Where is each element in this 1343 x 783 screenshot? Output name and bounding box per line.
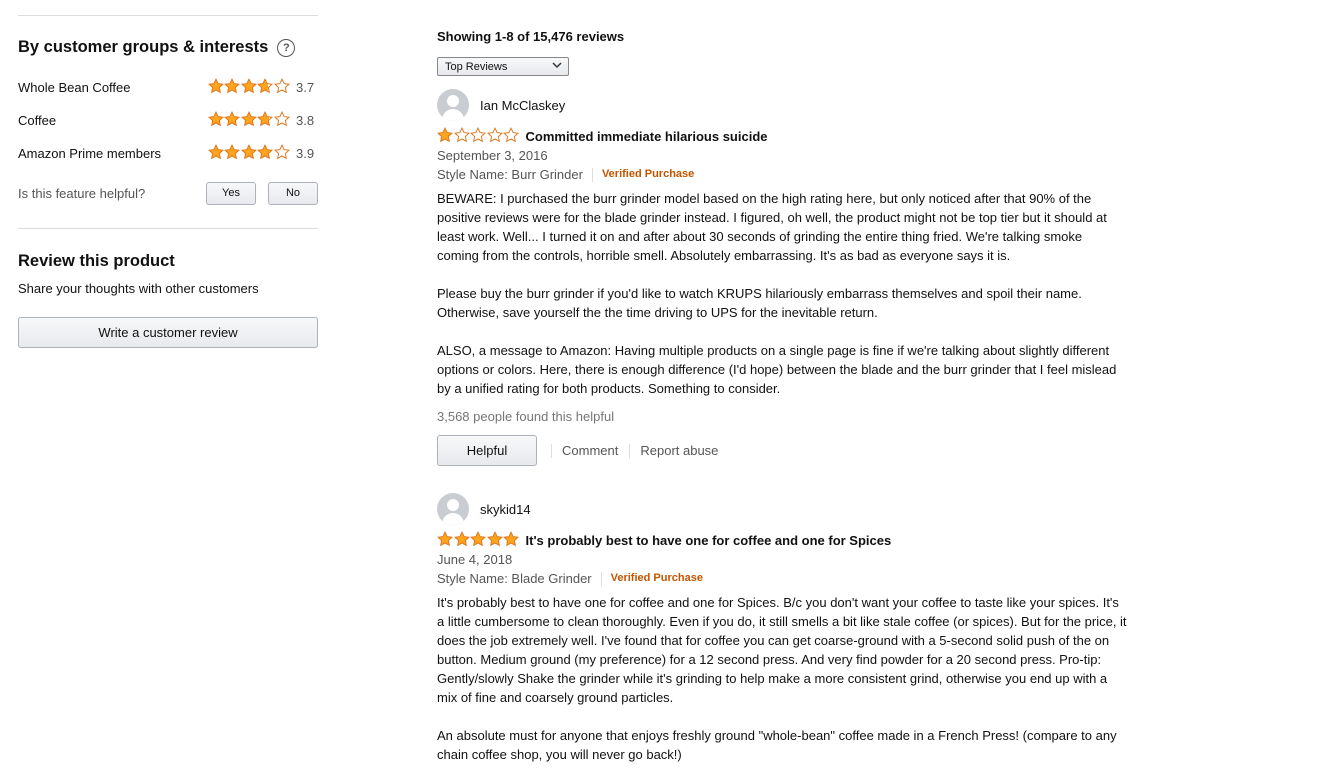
customer-groups-title: By customer groups & interests <box>18 38 269 56</box>
star-icon <box>273 77 291 97</box>
yes-button[interactable]: Yes <box>206 182 256 205</box>
star-icon <box>256 110 274 130</box>
star-icon <box>207 143 225 163</box>
style-name[interactable]: Style Name: Burr Grinder <box>437 165 583 184</box>
review-paragraph: It's probably best to have one for coffe… <box>437 595 1127 705</box>
helpful-button[interactable]: Helpful <box>437 435 537 466</box>
star-icon <box>256 77 274 97</box>
sort-dropdown[interactable]: Top Reviews <box>437 57 569 76</box>
star-icon <box>469 127 487 146</box>
action-divider <box>551 443 552 458</box>
group-row-whole-bean[interactable]: Whole Bean Coffee 3.7 <box>18 77 318 97</box>
star-icon <box>453 531 471 550</box>
review-date: September 3, 2016 <box>437 148 548 163</box>
review-title-row: It's probably best to have one for coffe… <box>436 531 1127 550</box>
reviewer-name[interactable]: skykid14 <box>480 502 531 517</box>
review-title[interactable]: Committed immediate hilarious suicide <box>526 129 768 144</box>
star-icon <box>240 77 258 97</box>
star-icon <box>436 531 454 550</box>
review-title[interactable]: It's probably best to have one for coffe… <box>526 533 892 548</box>
customer-groups-header: By customer groups & interests ? <box>18 38 296 57</box>
group-row-coffee[interactable]: Coffee 3.8 <box>18 110 318 130</box>
group-rating-value: 3.9 <box>296 145 315 161</box>
review-paragraph: An absolute must for anyone that enjoys … <box>437 728 1117 762</box>
review-paragraph: ALSO, a message to Amazon: Having multip… <box>437 343 1117 396</box>
feature-feedback: Is this feature helpful? Yes No <box>18 182 318 205</box>
style-name[interactable]: Style Name: Blade Grinder <box>437 569 592 588</box>
star-icon <box>469 531 487 550</box>
divider-top <box>18 15 318 16</box>
review-paragraph: Please buy the burr grinder if you'd lik… <box>437 286 1082 320</box>
star-icon <box>273 110 291 130</box>
group-row-prime[interactable]: Amazon Prime members 3.9 <box>18 143 318 163</box>
feature-question: Is this feature helpful? <box>18 186 146 201</box>
group-stars <box>207 77 291 97</box>
star-icon <box>273 143 291 163</box>
meta-divider <box>591 167 593 182</box>
helpful-count: 3,568 people found this helpful <box>437 409 615 424</box>
group-label: Coffee <box>18 112 57 128</box>
review-paragraph: BEWARE: I purchased the burr grinder mod… <box>437 191 1107 263</box>
star-icon <box>453 127 471 146</box>
group-label: Whole Bean Coffee <box>18 79 131 95</box>
star-icon <box>223 77 241 97</box>
review-stars <box>436 531 520 550</box>
star-icon <box>256 143 274 163</box>
meta-divider <box>600 571 602 586</box>
group-stars <box>207 110 291 130</box>
write-review-button[interactable]: Write a customer review <box>18 317 318 348</box>
avatar <box>437 89 469 121</box>
star-icon <box>240 110 258 130</box>
review-body: It's probably best to have one for coffe… <box>437 593 1127 764</box>
showing-count: Showing 1-8 of 15,476 reviews <box>437 29 625 44</box>
review-meta: Style Name: Blade Grinder Verified Purch… <box>437 569 1127 588</box>
star-icon <box>502 127 520 146</box>
review-item: skykid14 It's probably best to have one … <box>436 493 1127 783</box>
review-stars <box>436 127 520 146</box>
group-rating-value: 3.7 <box>296 79 315 95</box>
group-stars <box>207 143 291 163</box>
sort-selected-value: Top Reviews <box>445 61 508 73</box>
share-text: Share your thoughts with other customers <box>18 281 259 296</box>
star-icon <box>207 110 225 130</box>
group-rating-value: 3.8 <box>296 112 315 128</box>
group-label: Amazon Prime members <box>18 145 162 161</box>
action-divider <box>629 443 631 458</box>
reviewer-profile[interactable]: skykid14 <box>437 493 1127 525</box>
star-icon <box>207 77 225 97</box>
divider-middle <box>18 228 318 229</box>
no-button[interactable]: No <box>268 182 318 205</box>
reviewer-name[interactable]: Ian McClaskey <box>480 98 565 113</box>
comment-link[interactable]: Comment <box>562 443 618 458</box>
star-icon <box>502 531 520 550</box>
star-icon <box>223 143 241 163</box>
review-date: June 4, 2018 <box>437 552 513 567</box>
report-abuse-link[interactable]: Report abuse <box>640 443 718 458</box>
review-title-row: Committed immediate hilarious suicide <box>436 127 1127 146</box>
review-item: Ian McClaskey Committed immediate hilari… <box>436 89 1127 466</box>
star-icon <box>436 127 454 146</box>
review-this-product-title: Review this product <box>18 252 175 270</box>
star-icon <box>486 127 504 146</box>
star-icon <box>223 110 241 130</box>
star-icon <box>240 143 258 163</box>
review-body: BEWARE: I purchased the burr grinder mod… <box>437 189 1127 398</box>
avatar <box>437 493 469 525</box>
chevron-down-icon <box>552 58 562 77</box>
reviewer-profile[interactable]: Ian McClaskey <box>437 89 1127 121</box>
help-icon[interactable]: ? <box>277 38 296 57</box>
verified-purchase-badge: Verified Purchase <box>601 168 695 180</box>
verified-purchase-badge: Verified Purchase <box>610 572 703 584</box>
star-icon <box>486 531 504 550</box>
review-meta: Style Name: Burr Grinder Verified Purcha… <box>437 165 1127 184</box>
review-actions: Helpful Comment Report abuse <box>437 435 1127 466</box>
